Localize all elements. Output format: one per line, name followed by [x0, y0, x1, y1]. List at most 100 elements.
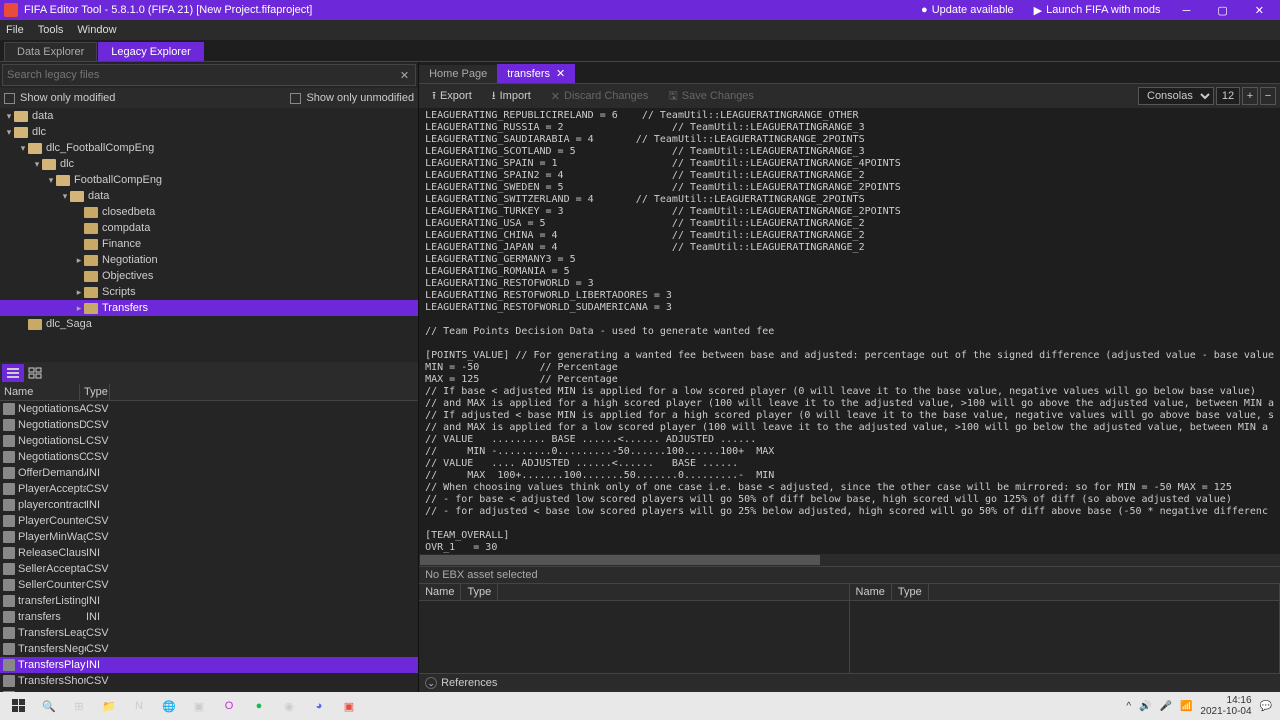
menu-tools[interactable]: Tools — [38, 24, 64, 36]
ref-col-name-2[interactable]: Name — [850, 584, 892, 600]
import-button[interactable]: ⭳ Import — [483, 84, 540, 109]
taskbar-search-icon[interactable]: 🔍 — [34, 694, 64, 718]
launch-fifa-button[interactable]: ▶ Launch FIFA with mods — [1024, 4, 1171, 17]
only-unmodified-checkbox[interactable] — [290, 93, 301, 104]
tree-node-dlc_saga[interactable]: dlc_Saga — [0, 316, 418, 332]
spotify-icon[interactable]: ● — [244, 694, 274, 718]
font-select[interactable]: Consolas — [1138, 87, 1214, 105]
tray-volume-icon[interactable]: 🔊 — [1139, 701, 1151, 712]
app-icon-1[interactable]: N — [124, 694, 154, 718]
discord-icon[interactable]: ◕ — [304, 694, 334, 718]
only-modified-label: Show only modified — [20, 92, 115, 104]
file-row-negotiationsde[interactable]: NegotiationsDeCSV — [0, 417, 418, 433]
grid-view-icon[interactable] — [24, 364, 46, 382]
search-clear-icon[interactable]: ✕ — [394, 69, 415, 82]
tree-node-footballcompeng[interactable]: ▾FootballCompEng — [0, 172, 418, 188]
tree-node-data[interactable]: ▾data — [0, 188, 418, 204]
chevron-down-icon[interactable]: ⌄ — [425, 677, 437, 689]
app-icon-2[interactable]: ▣ — [184, 694, 214, 718]
file-row-negotiationsar[interactable]: NegotiationsArCSV — [0, 401, 418, 417]
file-explorer-icon[interactable]: 📁 — [94, 694, 124, 718]
editor-toolbar: ⭱ Export ⭳ Import ✕ Discard Changes 🖫 Sa… — [419, 84, 1280, 108]
only-modified-checkbox[interactable] — [4, 93, 15, 104]
col-type[interactable]: Type — [80, 384, 110, 400]
windows-taskbar: 🔍 ⊞ 📁 N 🌐 ▣ O ● ◉ ◕ ▣ ^ 🔊 🎤 📶 14:162021-… — [0, 692, 1280, 720]
references-bar[interactable]: ⌄ References — [419, 673, 1280, 692]
col-name[interactable]: Name — [0, 384, 80, 400]
tab-data-explorer[interactable]: Data Explorer — [4, 42, 97, 61]
file-table: Name Type NegotiationsArCSVNegotiationsD… — [0, 384, 418, 692]
opera-icon[interactable]: O — [214, 694, 244, 718]
file-row-negotiationslo[interactable]: NegotiationsLoCSV — [0, 433, 418, 449]
tree-node-finance[interactable]: Finance — [0, 236, 418, 252]
font-size-increase[interactable]: + — [1242, 87, 1258, 105]
chrome-icon[interactable]: 🌐 — [154, 694, 184, 718]
app-icon — [4, 3, 18, 17]
window-title: FIFA Editor Tool - 5.8.1.0 (FIFA 21) [Ne… — [24, 4, 911, 16]
file-row-playeracceptan[interactable]: PlayerAcceptanCSV — [0, 481, 418, 497]
tree-node-transfers[interactable]: ▸Transfers — [0, 300, 418, 316]
start-button[interactable] — [4, 694, 34, 718]
minimize-button[interactable]: ─ — [1170, 5, 1202, 17]
task-view-icon[interactable]: ⊞ — [64, 694, 94, 718]
tray-clock[interactable]: 14:162021-10-04 — [1200, 695, 1251, 717]
file-row-transfersleague[interactable]: TransfersLeagueCSV — [0, 625, 418, 641]
ref-col-type-2[interactable]: Type — [892, 584, 929, 600]
search-input[interactable] — [3, 69, 394, 81]
tab-transfers[interactable]: transfers✕ — [497, 64, 575, 83]
menu-window[interactable]: Window — [77, 24, 116, 36]
tray-chevron-icon[interactable]: ^ — [1126, 701, 1131, 712]
menu-bar: File Tools Window — [0, 20, 1280, 40]
editor-h-scrollbar[interactable] — [419, 554, 1280, 566]
discard-changes-button[interactable]: ✕ Discard Changes — [542, 87, 658, 106]
tray-mic-icon[interactable]: 🎤 — [1159, 701, 1171, 712]
tree-node-scripts[interactable]: ▸Scripts — [0, 284, 418, 300]
list-view-icon[interactable] — [2, 364, 24, 382]
tree-node-compdata[interactable]: compdata — [0, 220, 418, 236]
view-toggle — [0, 362, 418, 384]
folder-tree[interactable]: ▾data▾dlc▾dlc_FootballCompEng▾dlc▾Footba… — [0, 108, 418, 362]
tree-node-objectives[interactable]: Objectives — [0, 268, 418, 284]
menu-file[interactable]: File — [6, 24, 24, 36]
tray-notifications-icon[interactable]: 💬 — [1260, 701, 1272, 712]
file-row-playercounterc[interactable]: PlayerCounterCCSV — [0, 513, 418, 529]
tree-node-data[interactable]: ▾data — [0, 108, 418, 124]
update-available-button[interactable]: ● Update available — [911, 4, 1024, 16]
left-tab-strip: Data Explorer Legacy Explorer — [0, 40, 1280, 62]
file-row-playercontract[interactable]: playercontractINI — [0, 497, 418, 513]
right-pane: Home Page transfers✕ ⭱ Export ⭳ Import ✕… — [419, 62, 1280, 692]
right-tab-strip: Home Page transfers✕ — [419, 62, 1280, 84]
ref-col-type-1[interactable]: Type — [461, 584, 498, 600]
file-row-releaseclause[interactable]: ReleaseClauseINI — [0, 545, 418, 561]
file-row-offerdemanda[interactable]: OfferDemandAINI — [0, 465, 418, 481]
file-row-transfers[interactable]: transfersINI — [0, 609, 418, 625]
export-button[interactable]: ⭱ Export — [423, 84, 481, 109]
save-changes-button[interactable]: 🖫 Save Changes — [659, 84, 763, 109]
fifa-editor-icon[interactable]: ▣ — [334, 694, 364, 718]
tab-close-icon[interactable]: ✕ — [556, 68, 565, 80]
file-row-transfersplayer[interactable]: TransfersPlayerINI — [0, 657, 418, 673]
close-button[interactable]: ✕ — [1243, 5, 1276, 17]
file-row-transferlisting[interactable]: transferListingINI — [0, 593, 418, 609]
font-size-input[interactable] — [1216, 87, 1240, 105]
maximize-button[interactable]: ▢ — [1205, 5, 1239, 17]
tab-legacy-explorer[interactable]: Legacy Explorer — [98, 42, 204, 61]
tab-home-page[interactable]: Home Page — [419, 65, 497, 83]
tree-node-dlc_footballcompeng[interactable]: ▾dlc_FootballCompEng — [0, 140, 418, 156]
tree-node-dlc[interactable]: ▾dlc — [0, 156, 418, 172]
file-row-transfersshortli[interactable]: TransfersShortliCSV — [0, 673, 418, 689]
text-editor[interactable]: LEAGUERATING_REPUBLICIRELAND = 6 // Team… — [419, 108, 1280, 554]
tree-node-dlc[interactable]: ▾dlc — [0, 124, 418, 140]
file-row-transfersnegot[interactable]: TransfersNegotCSV — [0, 641, 418, 657]
obs-icon[interactable]: ◉ — [274, 694, 304, 718]
tree-node-closedbeta[interactable]: closedbeta — [0, 204, 418, 220]
file-row-playerminwage[interactable]: PlayerMinWageCSV — [0, 529, 418, 545]
file-row-sellercountero[interactable]: SellerCounterOCSV — [0, 577, 418, 593]
ref-col-name-1[interactable]: Name — [419, 584, 461, 600]
font-size-decrease[interactable]: − — [1260, 87, 1276, 105]
tray-network-icon[interactable]: 📶 — [1180, 701, 1192, 712]
file-row-negotiationsof[interactable]: NegotiationsOfCSV — [0, 449, 418, 465]
file-row-selleracceptanc[interactable]: SellerAcceptancCSV — [0, 561, 418, 577]
left-pane: ✕ Show only modified Show only unmodifie… — [0, 62, 419, 692]
tree-node-negotiation[interactable]: ▸Negotiation — [0, 252, 418, 268]
